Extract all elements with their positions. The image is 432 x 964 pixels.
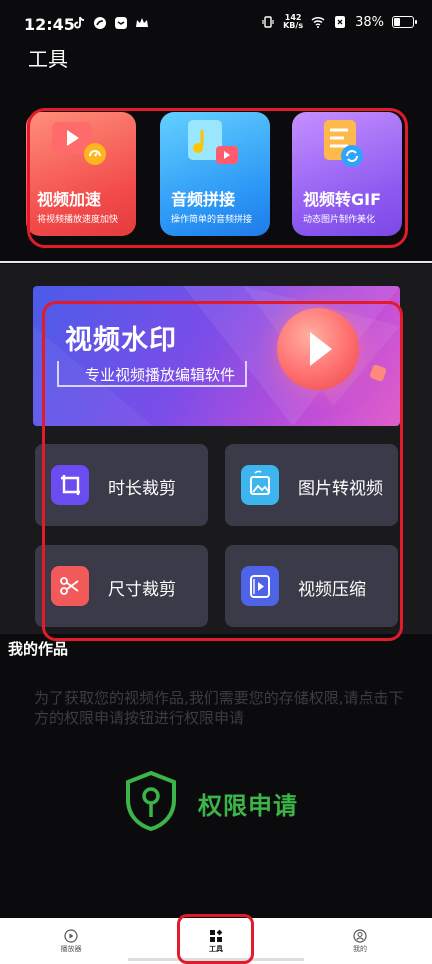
banner-title: 视频水印 <box>65 325 177 356</box>
network-speed: 142 KB/s <box>283 13 304 30</box>
battery-percent: 38% <box>355 14 384 30</box>
battery-icon <box>392 16 417 28</box>
duration-crop-button[interactable]: 时长裁剪 <box>35 444 208 526</box>
sim-icon <box>335 16 346 28</box>
video-watermark-banner[interactable]: 视频水印 专业视频播放编辑软件 <box>33 286 400 426</box>
audio-merge-card[interactable]: 音频拼接 操作简单的音频拼接 <box>160 112 270 236</box>
tool-label: 视频压缩 <box>298 580 366 600</box>
video-to-gif-icon <box>324 120 363 167</box>
card-subtitle: 操作简单的音频拼接 <box>171 215 253 225</box>
nav-label: 我的 <box>353 945 367 953</box>
video-file-icon <box>241 566 279 606</box>
nav-label: 播放器 <box>60 945 82 953</box>
grid-icon <box>210 929 223 942</box>
crop-icon <box>51 465 89 505</box>
tools-panel: 视频水印 专业视频播放编辑软件 时长裁剪 图片转视频 尺寸裁剪 视频压缩 <box>0 264 432 634</box>
video-speed-card[interactable]: 视频加速 将视频播放速度加快 <box>26 112 136 236</box>
tool-label: 时长裁剪 <box>108 479 176 499</box>
vibrate-icon <box>262 16 274 28</box>
tool-label: 图片转视频 <box>298 479 383 499</box>
video-speed-icon <box>52 122 106 165</box>
nav-tab-tools[interactable]: 工具 <box>196 929 236 954</box>
nav-tab-player[interactable]: 播放器 <box>51 929 91 954</box>
message-notification-icon <box>115 17 127 29</box>
feature-cards: 视频加速 将视频播放速度加快 音频拼接 操作简单的音频拼接 视频转GIF 动态图… <box>0 98 432 248</box>
permission-message: 为了获取您的视频作品,我们需要您的存储权限,请点击下方的权限申请按钮进行权限申请 <box>34 689 404 727</box>
nav-label: 工具 <box>209 945 223 953</box>
scissors-icon <box>51 566 89 606</box>
shield-key-icon <box>126 770 176 832</box>
card-subtitle: 将视频播放速度加快 <box>37 215 119 225</box>
card-title: 视频加速 <box>37 190 102 209</box>
play-circle-icon <box>64 929 78 943</box>
tool-label: 尺寸裁剪 <box>108 580 176 600</box>
tiktok-notification-icon <box>74 16 85 29</box>
banner-subtitle: 专业视频播放编辑软件 <box>85 366 236 384</box>
permission-request-button[interactable]: 权限申请 <box>198 786 298 821</box>
image-to-video-button[interactable]: 图片转视频 <box>225 444 398 526</box>
status-bar: 12:45 142 KB/s 38% <box>0 0 432 46</box>
user-icon <box>353 929 367 943</box>
status-time: 12:45 <box>24 15 75 34</box>
nav-tab-mine[interactable]: 我的 <box>340 929 380 954</box>
my-works-title: 我的作品 <box>8 640 69 658</box>
card-title: 音频拼接 <box>171 190 236 209</box>
crown-notification-icon <box>136 18 148 27</box>
play-icon <box>277 308 359 390</box>
card-title: 视频转GIF <box>303 190 382 209</box>
page-title: 工具 <box>28 47 68 71</box>
video-to-gif-card[interactable]: 视频转GIF 动态图片制作美化 <box>292 112 402 236</box>
video-compress-button[interactable]: 视频压缩 <box>225 545 398 627</box>
card-subtitle: 动态图片制作美化 <box>303 215 376 225</box>
home-indicator <box>128 958 304 961</box>
section-divider <box>0 261 432 263</box>
size-crop-button[interactable]: 尺寸裁剪 <box>35 545 208 627</box>
image-icon <box>241 465 279 505</box>
wifi-icon <box>311 16 325 28</box>
app-notification-icon <box>94 17 106 29</box>
audio-merge-icon <box>188 120 238 164</box>
